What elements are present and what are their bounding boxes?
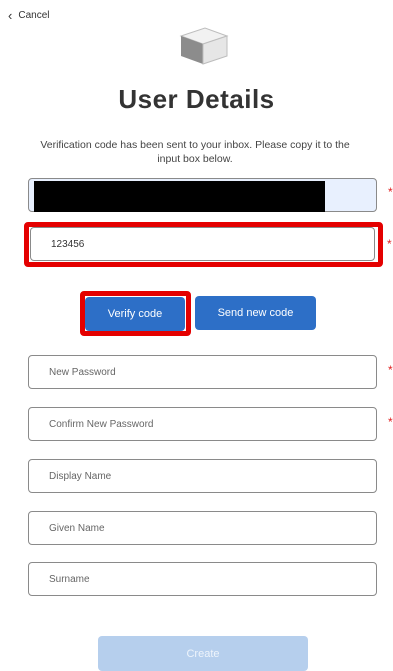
required-marker: * (388, 363, 393, 377)
send-new-code-button[interactable]: Send new code (195, 296, 316, 330)
given-name-field[interactable]: Given Name (28, 511, 377, 545)
verification-message: Verification code has been sent to your … (40, 139, 350, 165)
redacted-email (34, 181, 325, 212)
cancel-label: Cancel (18, 10, 50, 21)
create-button[interactable]: Create (98, 636, 308, 671)
cancel-link[interactable]: ‹ Cancel (8, 7, 50, 23)
verify-highlight (80, 291, 191, 336)
required-marker: * (388, 185, 393, 199)
new-password-field[interactable]: New Password (28, 355, 377, 389)
display-name-field[interactable]: Display Name (28, 459, 377, 493)
box-icon (179, 27, 229, 65)
page-title: User Details (118, 84, 275, 114)
code-highlight (24, 222, 383, 267)
surname-field[interactable]: Surname (28, 562, 377, 596)
required-marker: * (387, 237, 392, 251)
confirm-password-field[interactable]: Confirm New Password (28, 407, 377, 441)
chevron-left-icon: ‹ (8, 7, 13, 23)
required-marker: * (388, 415, 393, 429)
